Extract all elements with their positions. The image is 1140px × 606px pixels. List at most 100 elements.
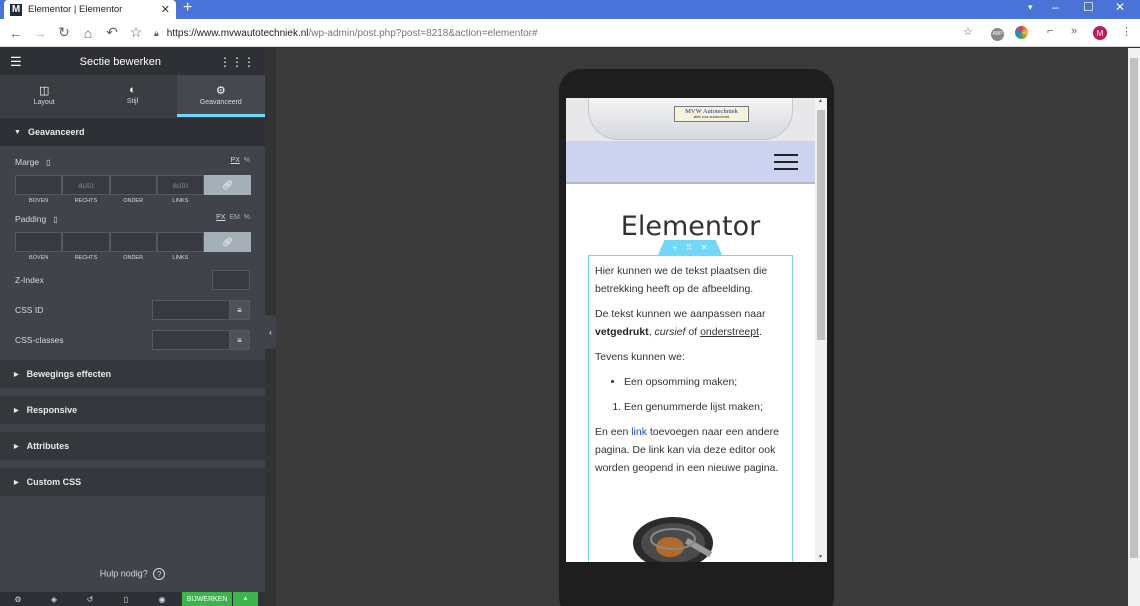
site-logo[interactable]: MVW Autotechniek alles voor autotechniek bbox=[674, 106, 749, 122]
unit-em[interactable]: EM bbox=[229, 214, 240, 221]
collapse-panel-icon[interactable]: ‹ bbox=[265, 315, 276, 349]
preview-scrollbar[interactable] bbox=[1128, 48, 1140, 606]
panel-tabs: ◫ Layout ◐ Stijl ⚙ Geavanceerd bbox=[0, 75, 265, 117]
tab-search-icon[interactable]: ▾ bbox=[1028, 2, 1033, 13]
section-title: Attributes bbox=[26, 441, 70, 451]
star-bookmark-icon[interactable]: ☆ bbox=[963, 25, 973, 38]
help-text: Hulp nodig? bbox=[99, 568, 148, 579]
reload-icon[interactable]: ↻ bbox=[52, 24, 76, 41]
lock-icon: 🔒︎ bbox=[154, 27, 159, 38]
contrast-icon: ◐ bbox=[129, 84, 136, 96]
unit-percent[interactable]: % bbox=[244, 157, 250, 164]
margin-top-input[interactable] bbox=[15, 175, 63, 195]
hamburger-menu-icon[interactable]: ☰ bbox=[10, 54, 22, 70]
section-custom-css[interactable]: ▶ Custom CSS bbox=[0, 468, 265, 496]
preview-inner-scrollbar[interactable]: ▲ ▼ bbox=[815, 98, 827, 562]
para4-prefix: En een bbox=[595, 426, 629, 438]
section-handle[interactable]: + ⠿ ✕ bbox=[658, 240, 722, 255]
section-title: Geavanceerd bbox=[27, 127, 85, 137]
responsive-mode-icon[interactable]: ▯ bbox=[108, 595, 144, 604]
delete-section-icon[interactable]: ✕ bbox=[701, 243, 708, 252]
unit-px[interactable]: PX bbox=[216, 214, 225, 221]
tab-advanced[interactable]: ⚙ Geavanceerd bbox=[176, 75, 265, 117]
url-field[interactable]: 🔒︎ https://www.mvwautotechniek.nl/wp-adm… bbox=[154, 23, 974, 43]
scrollbar-thumb[interactable] bbox=[1130, 58, 1138, 558]
underlined-text: onderstreept bbox=[700, 326, 760, 338]
update-button[interactable]: BIJWERKEN bbox=[182, 592, 232, 606]
tab-style[interactable]: ◐ Stijl bbox=[88, 75, 176, 117]
scroll-down-icon[interactable]: ▼ bbox=[818, 554, 823, 560]
dynamic-tags-icon[interactable]: ≡ bbox=[230, 300, 250, 320]
home-icon[interactable]: ⌂ bbox=[76, 25, 100, 41]
help-link[interactable]: Hulp nodig? ? bbox=[0, 568, 265, 580]
unit-px[interactable]: PX bbox=[231, 157, 240, 164]
preview-eye-icon[interactable]: ◉ bbox=[144, 595, 180, 604]
cssid-input[interactable] bbox=[152, 300, 230, 320]
settings-icon[interactable]: ⚙ bbox=[0, 595, 36, 604]
padding-top-input[interactable] bbox=[15, 232, 63, 252]
padding-left-input[interactable] bbox=[156, 232, 204, 252]
history-icon[interactable]: ↺ bbox=[72, 595, 108, 604]
profile-avatar[interactable]: M bbox=[1093, 26, 1107, 40]
section-advanced-header[interactable]: ▼ Geavanceerd bbox=[0, 118, 265, 146]
tab-layout[interactable]: ◫ Layout bbox=[0, 75, 88, 117]
panel-footer: ⚙ ◈ ↺ ▯ ◉ BIJWERKEN ▲ bbox=[0, 592, 265, 606]
padding-bottom-input[interactable] bbox=[109, 232, 157, 252]
section-responsive[interactable]: ▶ Responsive bbox=[0, 396, 265, 424]
side-label: BOVEN bbox=[28, 198, 49, 204]
scroll-up-icon[interactable]: ▲ bbox=[818, 98, 823, 104]
unit-percent[interactable]: % bbox=[244, 214, 250, 221]
section-title: Bewegings effecten bbox=[26, 369, 112, 379]
drag-section-icon[interactable]: ⠿ bbox=[686, 243, 692, 252]
undo-icon[interactable]: ↶ bbox=[100, 24, 124, 41]
browser-menu-icon[interactable]: ⋮ bbox=[1121, 25, 1132, 38]
extensions-chevron-icon[interactable]: » bbox=[1071, 25, 1077, 37]
abp-extension-icon[interactable]: ABP bbox=[991, 26, 1004, 41]
tab-title: Elementor | Elementor bbox=[28, 4, 123, 15]
mobile-menu-icon[interactable] bbox=[774, 154, 798, 170]
new-tab-icon[interactable]: + bbox=[183, 0, 192, 17]
period: . bbox=[759, 326, 762, 338]
padding-right-input[interactable] bbox=[62, 232, 110, 252]
forward-icon[interactable]: → bbox=[28, 25, 52, 41]
save-options-icon[interactable]: ▲ bbox=[233, 592, 258, 606]
inline-link[interactable]: link bbox=[631, 426, 647, 438]
browser-tab[interactable]: M Elementor | Elementor ✕ bbox=[4, 0, 176, 19]
paragraph: En een link toevoegen naar een andere pa… bbox=[595, 423, 786, 477]
margin-left-input[interactable]: auto bbox=[156, 175, 204, 195]
side-label: BOVEN bbox=[28, 255, 49, 261]
close-window-icon[interactable]: ✕ bbox=[1115, 0, 1125, 14]
dynamic-tags-icon[interactable]: ≡ bbox=[230, 330, 250, 350]
margin-control-header: Marge ▯ PX % bbox=[15, 157, 250, 177]
mobile-device-icon[interactable]: ▯ bbox=[46, 158, 50, 167]
scrollbar-thumb[interactable] bbox=[817, 110, 825, 340]
margin-right-input[interactable]: auto bbox=[62, 175, 110, 195]
side-label: RECHTS bbox=[74, 198, 98, 204]
bookmark-star-icon[interactable]: ☆ bbox=[124, 24, 148, 41]
maximize-icon[interactable]: ☐ bbox=[1083, 0, 1094, 14]
zindex-input[interactable] bbox=[212, 270, 250, 290]
caret-down-icon: ▼ bbox=[14, 128, 21, 136]
padding-label-row: Padding ▯ bbox=[15, 214, 250, 224]
margin-bottom-input[interactable] bbox=[109, 175, 157, 195]
minimize-icon[interactable]: – bbox=[1052, 0, 1059, 14]
widgets-grid-icon[interactable]: ⋮⋮⋮ bbox=[219, 55, 255, 69]
site-header: MVW Autotechniek alles voor autotechniek bbox=[566, 98, 815, 141]
caret-right-icon: ▶ bbox=[14, 371, 19, 378]
section-title: Responsive bbox=[26, 405, 78, 415]
cssclasses-input[interactable] bbox=[152, 330, 230, 350]
crop-extension-icon[interactable]: ⌐ bbox=[1047, 25, 1053, 37]
section-motion-effects[interactable]: ▶ Bewegings effecten bbox=[0, 360, 265, 388]
link-values-icon[interactable]: 🔗︎ bbox=[204, 232, 251, 252]
mobile-device-icon[interactable]: ▯ bbox=[53, 215, 57, 224]
add-section-icon[interactable]: + bbox=[672, 243, 677, 252]
tab-label: Stijl bbox=[126, 98, 139, 105]
padding-control-header: Padding ▯ PX EM % bbox=[15, 214, 250, 234]
color-extension-icon[interactable] bbox=[1015, 26, 1028, 42]
close-tab-icon[interactable]: ✕ bbox=[161, 3, 170, 16]
back-icon[interactable]: ← bbox=[4, 25, 28, 41]
navigator-layers-icon[interactable]: ◈ bbox=[36, 595, 72, 604]
link-values-icon[interactable]: 🔗︎ bbox=[204, 175, 251, 195]
section-attributes[interactable]: ▶ Attributes bbox=[0, 432, 265, 460]
